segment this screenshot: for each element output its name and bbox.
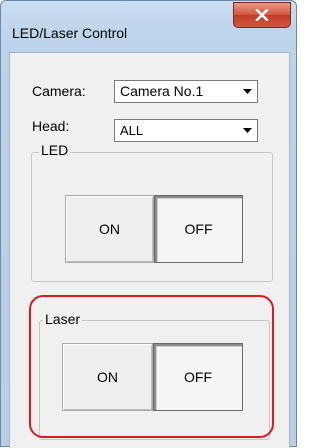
led-off-button[interactable]: OFF [154,195,243,263]
chevron-down-icon [238,121,256,140]
camera-label: Camera: [32,83,86,99]
led-on-button[interactable]: ON [65,195,154,263]
camera-select-value: Camera No.1 [120,83,204,99]
close-icon [255,9,269,21]
laser-off-button[interactable]: OFF [153,343,243,411]
laser-on-button[interactable]: ON [62,343,153,411]
title-bar[interactable]: LED/Laser Control [1,1,296,45]
head-select-value: ALL [120,123,144,138]
window-title: LED/Laser Control [12,25,128,41]
laser-off-label: OFF [184,369,212,385]
close-button[interactable] [233,2,291,28]
led-off-label: OFF [184,221,213,237]
led-group-label: LED [39,142,71,158]
head-select[interactable]: ALL [114,119,258,142]
laser-group-label: Laser [43,311,83,327]
dialog-client-area: Camera: Camera No.1 Head: ALL LED ON OFF… [9,52,290,448]
laser-on-label: ON [97,369,118,385]
led-on-label: ON [99,221,120,237]
chevron-down-icon [238,82,256,101]
led-laser-control-window: LED/Laser Control Camera: Camera No.1 He… [0,0,297,448]
camera-select[interactable]: Camera No.1 [114,80,258,103]
head-label: Head: [32,118,70,134]
